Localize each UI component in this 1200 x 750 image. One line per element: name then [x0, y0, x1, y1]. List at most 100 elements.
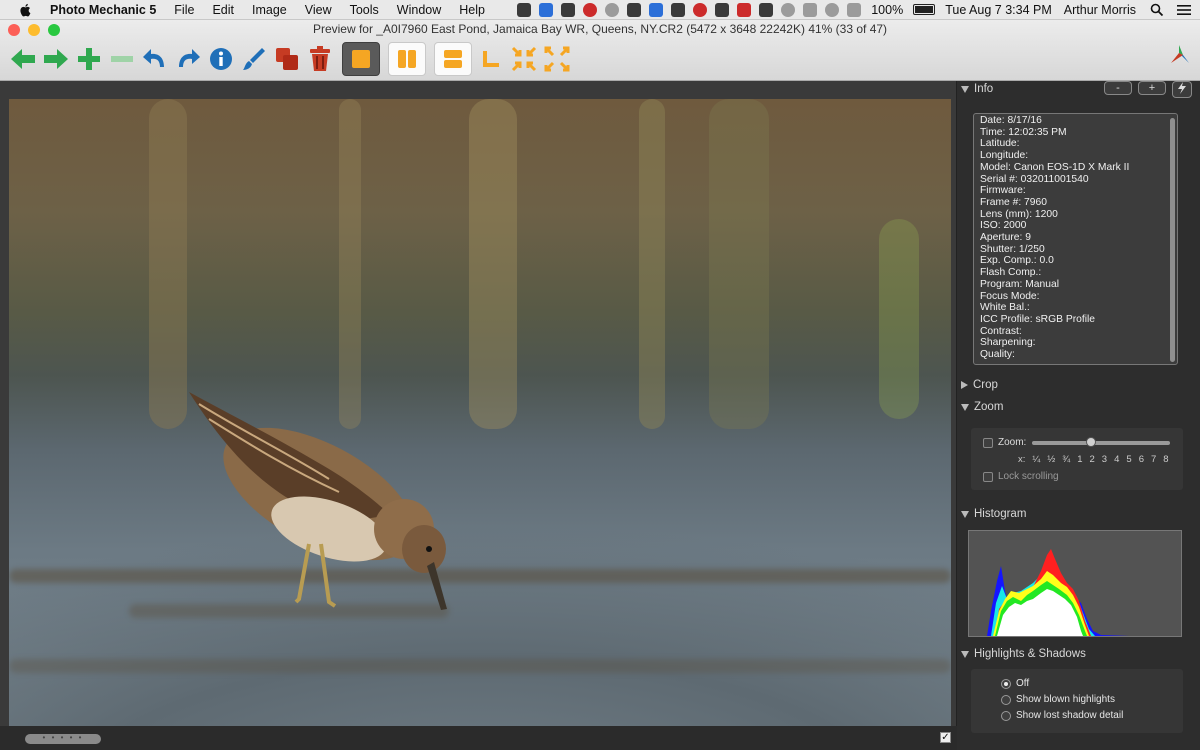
image-menu[interactable]: Image	[243, 3, 296, 17]
lock-scrolling-checkbox[interactable]	[983, 471, 993, 482]
copy-icon	[276, 48, 298, 70]
metadata-scrollbar[interactable]	[1170, 118, 1175, 362]
cloud-icon[interactable]	[561, 2, 576, 17]
info-section-title: Info	[974, 83, 994, 95]
lightning-button[interactable]	[1172, 81, 1192, 98]
lock-scrolling-row: Lock scrolling	[983, 471, 1059, 482]
radio-selected-icon[interactable]	[1001, 678, 1011, 689]
spotlight-search-icon[interactable]	[1150, 3, 1164, 17]
app-menu[interactable]: Photo Mechanic 5	[46, 3, 165, 17]
metadata-line: Shutter: 1/250	[980, 243, 1045, 255]
delete-button[interactable]	[305, 44, 335, 74]
zoom-checkbox[interactable]	[983, 437, 993, 448]
expand-button[interactable]	[542, 44, 572, 74]
metadata-line: ISO: 2000	[980, 220, 1027, 232]
zoom-scale-label[interactable]: ¼	[1032, 454, 1040, 465]
single-view-button[interactable]	[342, 42, 380, 76]
view-menu[interactable]: View	[296, 3, 341, 17]
zoom-slider[interactable]	[1032, 437, 1170, 447]
malwarebytes-icon[interactable]	[737, 2, 752, 17]
help-menu[interactable]: Help	[450, 3, 494, 17]
previous-photo-button[interactable]	[8, 44, 38, 74]
zoom-scale-label[interactable]: 2	[1090, 454, 1095, 465]
metadata-line: Focus Mode:	[980, 290, 1040, 302]
zoom-slider-knob[interactable]	[1085, 437, 1096, 447]
info-button[interactable]	[206, 44, 236, 74]
zoom-scale-labels: x: ¼ ½ ¾ 1 2 3 4 5 6 7 8	[1018, 454, 1169, 465]
window-title: Preview for _A0I7960 East Pond, Jamaica …	[312, 22, 888, 36]
footer-checkbox[interactable]: ✓	[940, 732, 951, 743]
metadata-box[interactable]: Date: 8/17/16 Time: 12:02:35 PM Latitude: L…	[973, 113, 1178, 365]
rotate-right-button[interactable]	[173, 44, 203, 74]
radio-icon[interactable]	[1001, 710, 1011, 721]
battery-icon[interactable]	[913, 4, 936, 15]
next-photo-button[interactable]	[41, 44, 71, 74]
user-name[interactable]: Arthur Morris	[1058, 3, 1142, 17]
lightning-icon	[1178, 82, 1186, 94]
decrease-font-button[interactable]: -	[1104, 81, 1132, 95]
metadata-line: Date: 8/17/16	[980, 115, 1042, 126]
option-label: Show lost shadow detail	[1016, 710, 1124, 721]
horizontal-scrollbar[interactable]: • • • • •	[25, 734, 101, 744]
highlights-section-header[interactable]: Highlights & Shadows	[961, 648, 1086, 660]
metadata-line: Aperture: 9	[980, 232, 1031, 244]
highlight-option-shadow[interactable]: Show lost shadow detail	[1001, 710, 1123, 721]
zoom-scale-label[interactable]: 1	[1077, 454, 1082, 465]
zoom-scale-label[interactable]: ¾	[1062, 454, 1070, 465]
zoom-scale-label[interactable]: 7	[1151, 454, 1156, 465]
record-icon[interactable]	[583, 2, 598, 17]
zoom-section-title: Zoom	[974, 401, 1004, 413]
zoom-scale-label[interactable]: ½	[1047, 454, 1055, 465]
volume-icon[interactable]	[847, 2, 862, 17]
clipboard-icon[interactable]	[627, 2, 642, 17]
zoom-scale-label[interactable]: 3	[1102, 454, 1107, 465]
zoom-scale-label[interactable]: 6	[1139, 454, 1144, 465]
bluetooth-icon[interactable]	[803, 2, 818, 17]
zoom-scale-label[interactable]: 4	[1114, 454, 1119, 465]
highlights-options: Off Show blown highlights Show lost shad…	[971, 669, 1183, 733]
crop-button[interactable]	[476, 44, 506, 74]
sync-icon[interactable]	[605, 2, 620, 17]
filmstrip-icon[interactable]	[517, 2, 532, 17]
s-badge-icon[interactable]	[693, 2, 708, 17]
histogram-plot	[987, 549, 1129, 636]
highlight-option-off[interactable]: Off	[1001, 678, 1029, 689]
rotate-left-button[interactable]	[140, 44, 170, 74]
split-vertical-button[interactable]	[388, 42, 426, 76]
battery-percent[interactable]: 100%	[865, 3, 909, 17]
binoculars-icon[interactable]	[759, 2, 774, 17]
file-menu[interactable]: File	[165, 3, 203, 17]
fit-button[interactable]	[509, 44, 539, 74]
app-s-icon[interactable]	[649, 2, 664, 17]
crop-section-header[interactable]: Crop	[961, 379, 998, 391]
histogram-section-header[interactable]: Histogram	[961, 508, 1026, 520]
brush-icon	[243, 48, 265, 70]
copy-button[interactable]	[272, 44, 302, 74]
wifi-icon[interactable]	[825, 2, 840, 17]
tools-menu[interactable]: Tools	[341, 3, 388, 17]
histogram-section-title: Histogram	[974, 508, 1027, 520]
info-section-header[interactable]: Info	[961, 83, 993, 95]
zoom-scale-label[interactable]: 5	[1126, 454, 1131, 465]
increase-font-button[interactable]: +	[1138, 81, 1166, 95]
notification-center-icon[interactable]	[1176, 3, 1192, 17]
window-menu[interactable]: Window	[388, 3, 450, 17]
preview-photo[interactable]	[9, 99, 951, 727]
edit-button[interactable]	[239, 44, 269, 74]
apple-menu-icon[interactable]	[16, 3, 34, 17]
clock[interactable]: Tue Aug 7 3:34 PM	[939, 3, 1058, 17]
metadata-line: Model: Canon EOS-1D X Mark II	[980, 161, 1130, 173]
radio-icon[interactable]	[1001, 694, 1011, 705]
split-horizontal-button[interactable]	[434, 42, 472, 76]
zoom-section-header[interactable]: Zoom	[961, 401, 1003, 413]
zoom-scale-label[interactable]: x:	[1018, 454, 1025, 465]
edit-menu[interactable]: Edit	[203, 3, 243, 17]
zoom-scale-label[interactable]: 8	[1163, 454, 1168, 465]
highlight-option-blown[interactable]: Show blown highlights	[1001, 694, 1115, 705]
zoom-out-button[interactable]	[107, 44, 137, 74]
meter-icon[interactable]	[671, 2, 686, 17]
close-box-icon[interactable]	[715, 2, 730, 17]
zoom-in-button[interactable]	[74, 44, 104, 74]
dropbox-icon[interactable]	[539, 2, 554, 17]
time-machine-icon[interactable]	[781, 2, 796, 17]
